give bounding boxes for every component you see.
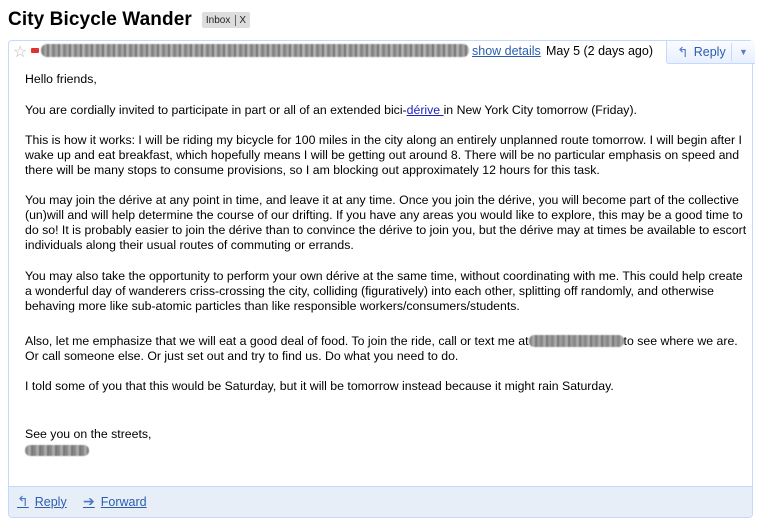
message-footer: ↰ Reply ➔ Forward: [9, 486, 752, 517]
forward-button[interactable]: ➔ Forward: [83, 493, 147, 510]
more-actions-button[interactable]: ▼: [732, 41, 755, 63]
footer-reply-button[interactable]: ↰ Reply: [17, 493, 67, 510]
forward-arrow-icon: ➔: [83, 493, 95, 509]
message-date: May 5 (2 days ago): [546, 44, 653, 58]
message-card: ☆ show details May 5 (2 days ago) ↰ Repl…: [8, 40, 755, 518]
food-text-start: Also, let me emphasize that we will eat …: [25, 334, 529, 348]
forward-label: Forward: [100, 494, 147, 509]
derive-link[interactable]: dérive: [407, 103, 444, 117]
reply-arrow-icon: ↰: [677, 43, 689, 60]
sender-redacted: [41, 44, 469, 57]
footer-reply-label: Reply: [34, 494, 67, 509]
paragraph-join: You may join the dérive at any point in …: [25, 193, 747, 252]
subject-row: City Bicycle Wander Inbox X: [8, 6, 251, 34]
inbox-label: Inbox X: [201, 12, 251, 28]
paragraph-food: Also, let me emphasize that we will eat …: [25, 334, 747, 364]
paragraph-saturday: I told some of you that this would be Sa…: [25, 379, 614, 393]
star-icon[interactable]: ☆: [13, 42, 27, 62]
greeting: Hello friends,: [25, 72, 97, 86]
paragraph-how-it-works: This is how it works: I will be riding m…: [25, 133, 742, 177]
inbox-label-text: Inbox: [205, 14, 231, 26]
remove-label-button[interactable]: X: [239, 15, 246, 26]
phone-redacted: [528, 335, 624, 347]
show-details-link[interactable]: show details: [472, 44, 541, 58]
sender-status-icon: [31, 48, 39, 53]
reply-button[interactable]: ↰ Reply: [667, 41, 731, 63]
invite-text-start: You are cordially invited to participate…: [25, 103, 407, 117]
label-separator: [235, 14, 237, 26]
invite-text-end: in New York City tomorrow (Friday).: [443, 103, 637, 117]
paragraph-invite: You are cordially invited to participate…: [25, 103, 747, 118]
reply-button-group: ↰ Reply ▼: [666, 41, 755, 64]
paragraph-own-derive: You may also take the opportunity to per…: [25, 269, 743, 313]
message-header: ☆ show details May 5 (2 days ago) ↰ Repl…: [9, 41, 755, 64]
closing-line: See you on the streets,: [25, 427, 152, 441]
reply-arrow-icon: ↰: [17, 493, 29, 509]
signature-redacted: [25, 445, 89, 456]
reply-button-label: Reply: [693, 45, 726, 59]
chevron-down-icon: ▼: [739, 47, 748, 57]
email-subject: City Bicycle Wander: [8, 9, 192, 30]
